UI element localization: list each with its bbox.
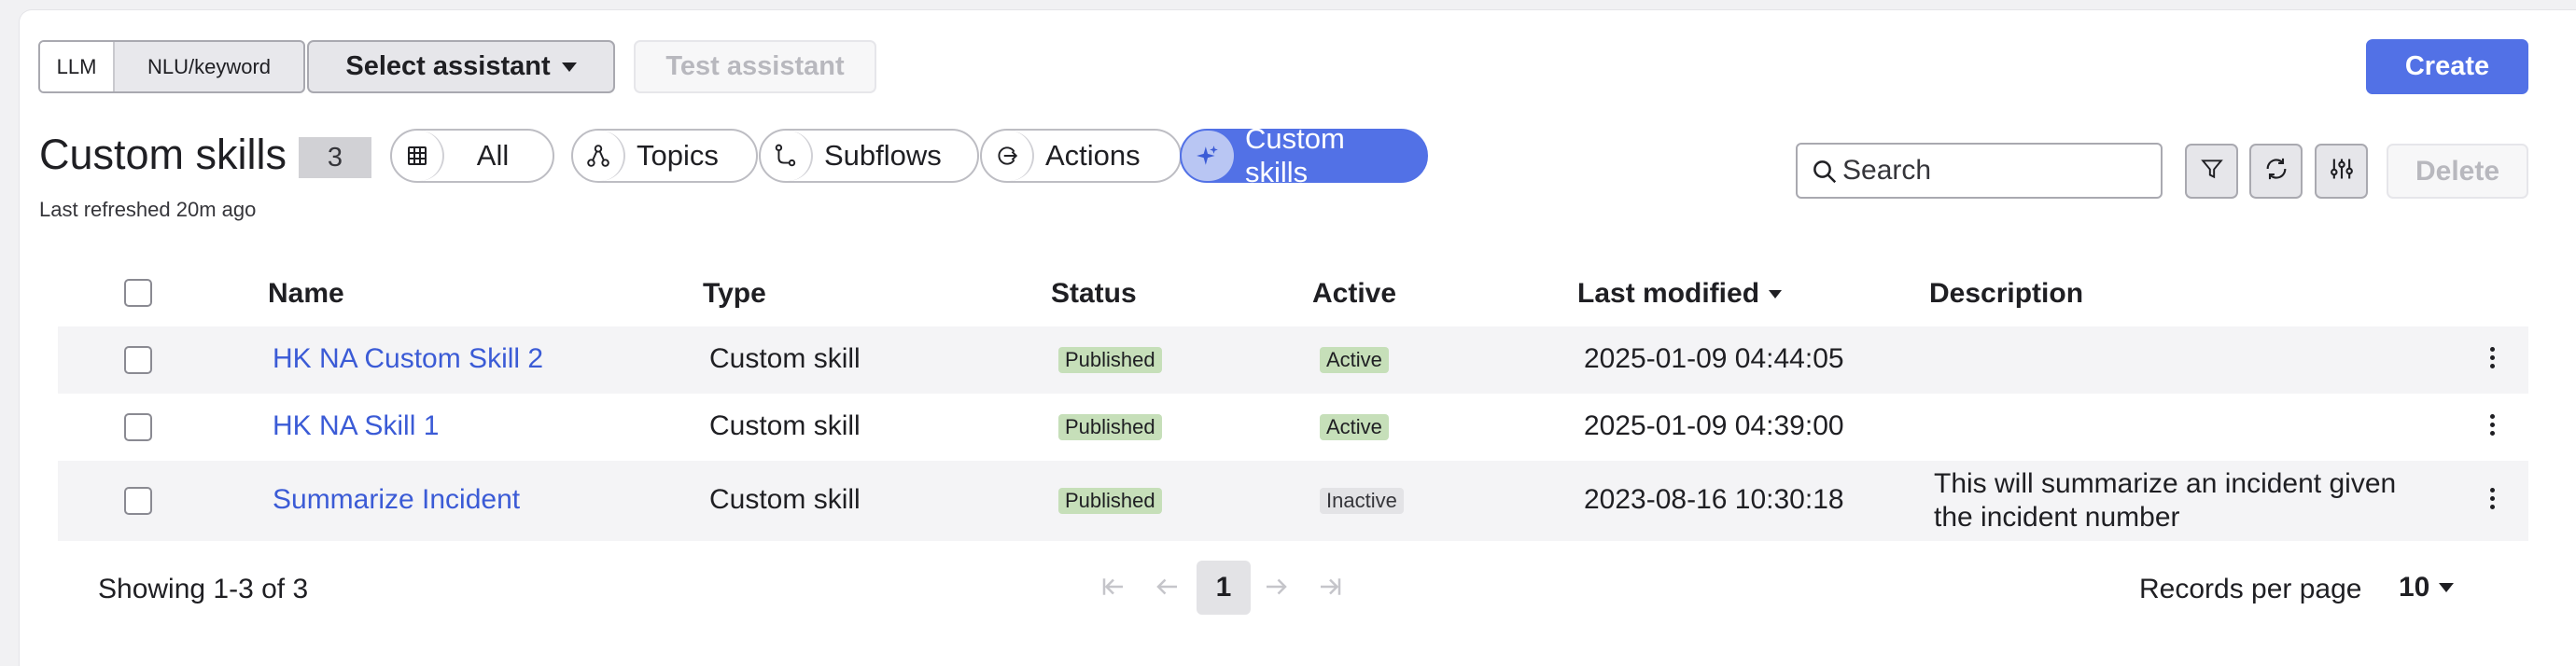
column-header-last-modified[interactable]: Last modified bbox=[1577, 278, 1783, 310]
page-title: Custom skills bbox=[39, 131, 287, 178]
caret-down-icon bbox=[2439, 583, 2455, 592]
table-row: HK NA Custom Skill 2 Custom skill Publis… bbox=[58, 326, 2528, 394]
refresh-button[interactable] bbox=[2249, 144, 2303, 199]
last-modified-cell: 2025-01-09 04:39:00 bbox=[1584, 410, 1844, 441]
search-input[interactable] bbox=[1842, 155, 2141, 187]
search-box bbox=[1796, 143, 2163, 199]
refresh-icon bbox=[2263, 156, 2289, 187]
last-page-button[interactable] bbox=[1316, 573, 1344, 608]
skill-name-link[interactable]: HK NA Custom Skill 2 bbox=[273, 343, 543, 375]
subflows-icon bbox=[761, 131, 813, 181]
type-cell: Custom skill bbox=[709, 410, 861, 441]
mode-toggle: LLM NLU/keyword bbox=[38, 40, 305, 93]
column-header-label: Last modified bbox=[1577, 278, 1760, 309]
active-badge: Active bbox=[1320, 347, 1389, 373]
last-refreshed-text: Last refreshed 20m ago bbox=[39, 198, 257, 221]
page-number-current[interactable]: 1 bbox=[1197, 561, 1251, 615]
sparkle-icon bbox=[1182, 131, 1234, 181]
row-checkbox[interactable] bbox=[124, 413, 152, 441]
kebab-icon[interactable] bbox=[2488, 488, 2496, 509]
select-all-checkbox[interactable] bbox=[124, 279, 152, 307]
column-header-type[interactable]: Type bbox=[703, 278, 766, 310]
filter-icon bbox=[2200, 157, 2224, 186]
filter-chip-custom-skills[interactable]: Custom skills bbox=[1180, 122, 1428, 188]
filter-chip-label: Custom skills bbox=[1245, 122, 1345, 188]
table-icon bbox=[392, 131, 444, 181]
settings-sliders-icon bbox=[2329, 156, 2355, 187]
search-icon bbox=[1811, 158, 1839, 193]
select-assistant-button[interactable]: Select assistant bbox=[307, 40, 615, 93]
table-row: HK NA Skill 1 Custom skill Published Act… bbox=[58, 394, 2528, 461]
records-per-page-select[interactable]: 10 bbox=[2399, 572, 2455, 604]
column-header-active[interactable]: Active bbox=[1312, 278, 1396, 310]
description-cell: This will summarize an incident given th… bbox=[1934, 468, 2397, 533]
last-modified-cell: 2025-01-09 04:44:05 bbox=[1584, 343, 1844, 374]
last-page-icon bbox=[1321, 578, 1341, 595]
showing-count: Showing 1-3 of 3 bbox=[98, 574, 309, 604]
column-header-name[interactable]: Name bbox=[268, 278, 344, 310]
test-assistant-button[interactable]: Test assistant bbox=[634, 40, 876, 93]
skill-name-link[interactable]: Summarize Incident bbox=[273, 484, 520, 516]
row-checkbox[interactable] bbox=[124, 487, 152, 515]
delete-button[interactable]: Delete bbox=[2387, 144, 2528, 199]
filter-chip-all[interactable]: All bbox=[390, 129, 554, 183]
status-badge: Published bbox=[1058, 488, 1162, 514]
count-badge: 3 bbox=[299, 137, 371, 178]
active-badge: Active bbox=[1320, 414, 1389, 440]
first-page-icon bbox=[1102, 578, 1123, 595]
filter-chip-label: Actions bbox=[1045, 139, 1141, 172]
create-button[interactable]: Create bbox=[2366, 39, 2528, 94]
records-per-page-value: 10 bbox=[2399, 572, 2430, 603]
caret-down-icon bbox=[561, 62, 577, 72]
filter-chip-topics[interactable]: Topics bbox=[571, 129, 758, 183]
type-cell: Custom skill bbox=[709, 343, 861, 374]
filter-button[interactable] bbox=[2185, 144, 2238, 199]
filter-chip-label: Topics bbox=[637, 139, 719, 172]
kebab-icon[interactable] bbox=[2488, 414, 2496, 436]
status-badge: Published bbox=[1058, 414, 1162, 440]
filter-chip-label: All bbox=[476, 139, 510, 172]
active-badge: Inactive bbox=[1320, 488, 1404, 514]
row-checkbox[interactable] bbox=[124, 346, 152, 374]
mode-nlu-button[interactable]: NLU/keyword bbox=[115, 42, 303, 91]
table-row: Summarize Incident Custom skill Publishe… bbox=[58, 461, 2528, 541]
first-page-button[interactable] bbox=[1099, 573, 1127, 608]
skill-name-link[interactable]: HK NA Skill 1 bbox=[273, 410, 439, 442]
status-badge: Published bbox=[1058, 347, 1162, 373]
last-modified-cell: 2023-08-16 10:30:18 bbox=[1584, 484, 1844, 515]
topics-icon bbox=[573, 131, 625, 181]
records-per-page-label: Records per page bbox=[2139, 574, 2362, 604]
mode-llm-button[interactable]: LLM bbox=[40, 42, 115, 91]
prev-page-button[interactable] bbox=[1154, 573, 1182, 608]
sort-desc-icon bbox=[1769, 289, 1783, 298]
filter-chip-actions[interactable]: Actions bbox=[980, 129, 1182, 183]
arrow-left-icon bbox=[1156, 578, 1177, 595]
column-header-description[interactable]: Description bbox=[1929, 278, 2083, 310]
next-page-button[interactable] bbox=[1262, 573, 1290, 608]
filter-chip-subflows[interactable]: Subflows bbox=[759, 129, 979, 183]
type-cell: Custom skill bbox=[709, 484, 861, 515]
column-header-status[interactable]: Status bbox=[1051, 278, 1137, 310]
column-settings-button[interactable] bbox=[2315, 144, 2368, 199]
select-assistant-label: Select assistant bbox=[345, 51, 551, 81]
filter-chip-label: Subflows bbox=[824, 139, 942, 172]
kebab-icon[interactable] bbox=[2488, 347, 2496, 368]
actions-icon bbox=[982, 131, 1034, 181]
arrow-right-icon bbox=[1267, 578, 1287, 595]
